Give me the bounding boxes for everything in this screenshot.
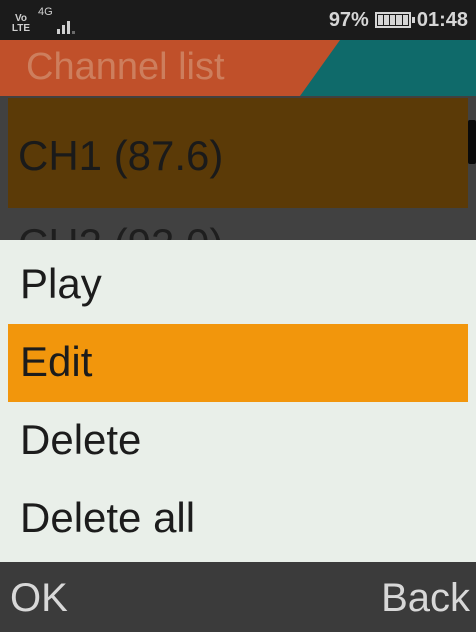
menu-item-label: Delete [20,416,142,463]
clock: 01:48 [416,8,468,31]
channel-list: CH1 (87.6) CH2 (92.0) [0,96,476,267]
battery-icon [374,12,415,28]
softkey-bar: OK Back [0,562,476,632]
network-type: 4G [38,6,53,18]
menu-item-label: Play [20,260,102,307]
options-menu: Play Edit Delete Delete all [0,240,476,562]
volte-line2: LTE [11,23,31,34]
volte-icon: Vo LTE [10,14,32,34]
status-right-group: 97% 01:48 [329,6,468,34]
channel-list-item-1[interactable]: CH1 (87.6) [8,98,468,208]
menu-item-delete-all[interactable]: Delete all [8,480,468,558]
menu-item-edit[interactable]: Edit [8,324,468,402]
list-scrollbar[interactable] [468,120,476,164]
fm-radio-screen: Vo LTE 4G 97% 01:48 Channel list CH1 (87… [0,0,476,632]
page-title: Channel list [26,46,225,88]
back-softkey[interactable]: Back [381,576,470,621]
status-bar: Vo LTE 4G 97% 01:48 [0,0,476,40]
ok-softkey[interactable]: OK [10,576,68,621]
menu-item-label: Edit [20,338,93,385]
menu-item-play[interactable]: Play [8,246,468,324]
status-left-group: Vo LTE 4G [10,6,75,34]
menu-item-label: Delete all [20,494,196,541]
menu-item-delete[interactable]: Delete [8,402,468,480]
signal-strength-icon [56,18,75,34]
battery-percent: 97% [328,8,369,31]
title-bar: Channel list [0,40,476,96]
channel-label: CH1 (87.6) [18,132,224,179]
